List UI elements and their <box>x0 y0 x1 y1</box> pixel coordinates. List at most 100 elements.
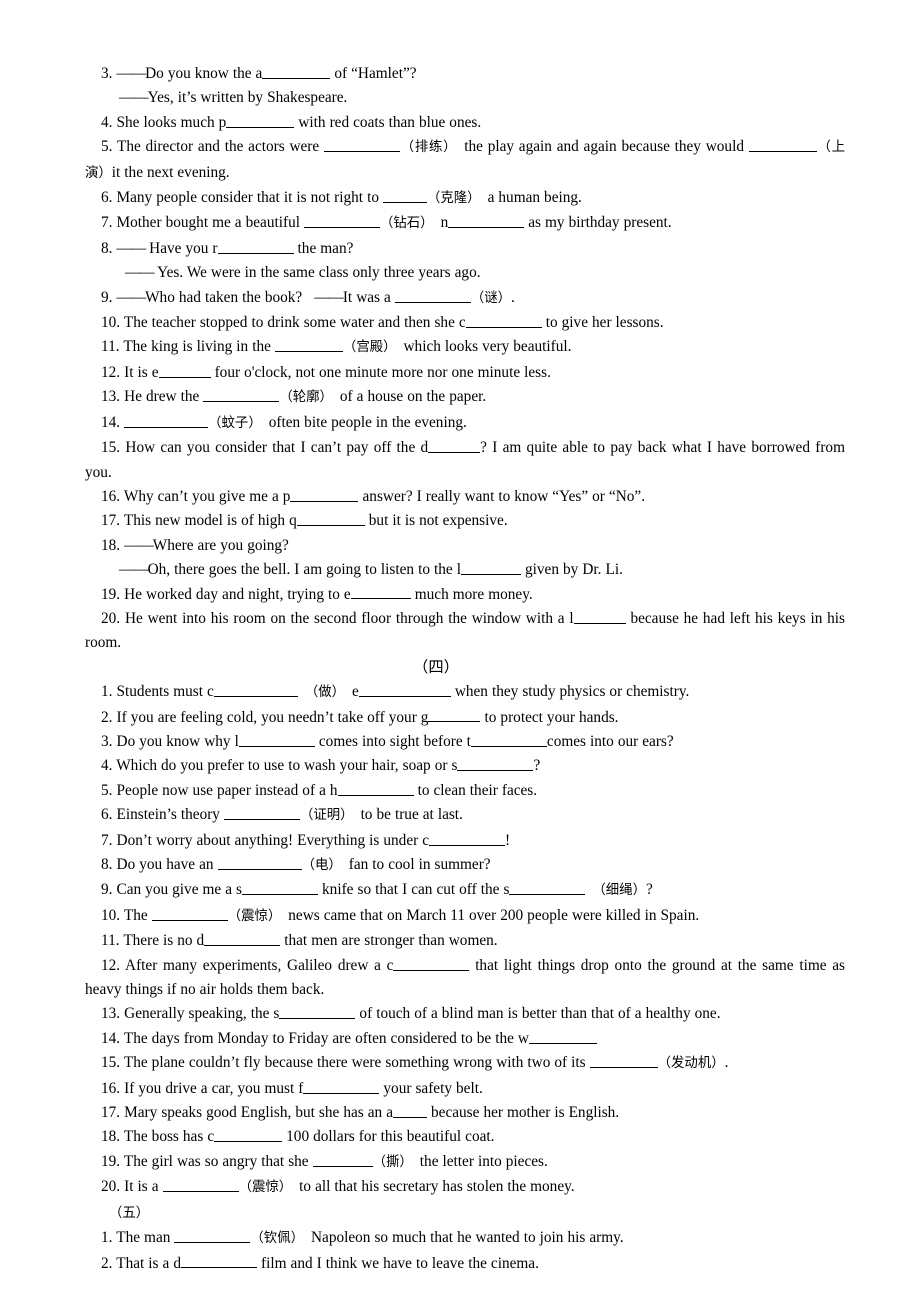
answer-blank[interactable] <box>242 880 318 896</box>
answer-blank[interactable] <box>151 906 228 921</box>
answer-blank[interactable] <box>296 511 365 527</box>
answer-blank[interactable] <box>224 805 300 821</box>
item-number: 10. <box>101 906 121 924</box>
item-number: 2. <box>101 1254 113 1272</box>
answer-blank[interactable] <box>203 387 280 403</box>
answer-blank[interactable] <box>238 732 315 747</box>
answer-blank[interactable] <box>394 288 471 303</box>
answer-blank[interactable] <box>204 931 281 947</box>
item-text: news came that on March 11 over 200 peop… <box>288 906 700 924</box>
item-text: Generally speaking, the s <box>124 1005 280 1023</box>
item-text: often bite people in the evening. <box>268 413 467 431</box>
answer-blank[interactable] <box>158 363 211 378</box>
answer-blank[interactable] <box>303 1079 380 1094</box>
answer-blank[interactable] <box>174 1228 251 1243</box>
answer-blank[interactable] <box>217 855 302 870</box>
answer-blank[interactable] <box>470 732 547 747</box>
item-text: That is a d <box>116 1254 181 1272</box>
item-number: 9. <box>101 288 113 306</box>
item-number: 20. <box>101 1178 121 1196</box>
item-number: 20. <box>101 609 121 627</box>
item-text: when they study physics or chemistry. <box>454 683 690 701</box>
item-text: . <box>511 288 515 306</box>
question-item-4-4: 4. Which do you prefer to use to wash yo… <box>85 754 845 778</box>
answer-blank[interactable] <box>589 1053 658 1069</box>
question-item-4-20: 20. It is a （震惊） to all that his secretar… <box>85 1175 845 1200</box>
item-number: 7. <box>101 831 113 849</box>
chinese-hint: （谜） <box>470 290 512 306</box>
section-header-four: （四） <box>413 658 459 676</box>
answer-blank[interactable] <box>573 609 626 624</box>
question-item-4-14: 14. The days from Monday to Friday are o… <box>85 1027 845 1051</box>
answer-blank[interactable] <box>312 1152 373 1167</box>
item-text: He drew the <box>124 388 200 406</box>
answer-blank[interactable] <box>290 487 359 502</box>
answer-blank[interactable] <box>337 781 414 796</box>
answer-blank[interactable] <box>214 1127 283 1143</box>
answer-blank[interactable] <box>323 137 400 153</box>
chinese-hint: （做） <box>304 685 345 701</box>
item-text: comes into our ears? <box>546 732 674 750</box>
question-item-4-11: 11. There is no d that men are stronger … <box>85 929 845 953</box>
question-item-4-8: 8. Do you have an （电） fan to cool in summ… <box>85 853 845 878</box>
chinese-hint: （轮廓） <box>279 390 333 406</box>
answer-blank[interactable] <box>428 707 481 723</box>
item-text: fan to cool in summer? <box>348 856 491 873</box>
section-header-five: （五） <box>85 1201 845 1226</box>
question-item-13: 13. He drew the （轮廓） of a house on the pa… <box>85 385 845 410</box>
answer-blank[interactable] <box>358 682 451 698</box>
item-number: 16. <box>101 1079 121 1097</box>
answer-blank[interactable] <box>274 337 343 353</box>
answer-blank[interactable] <box>748 137 817 153</box>
question-item-8-reply: —— Yes. We were in the same class only t… <box>85 261 845 285</box>
answer-blank[interactable] <box>217 239 294 254</box>
answer-blank[interactable] <box>448 213 525 229</box>
answer-blank[interactable] <box>509 880 586 896</box>
answer-blank[interactable] <box>213 682 298 698</box>
item-number: 8. <box>101 239 113 257</box>
answer-blank[interactable] <box>304 213 381 229</box>
answer-blank[interactable] <box>180 1253 257 1269</box>
dialogue-dash: —— <box>314 288 344 306</box>
item-number: 15. <box>101 439 121 457</box>
item-text: . <box>724 1054 729 1072</box>
answer-blank[interactable] <box>457 756 534 772</box>
answer-blank[interactable] <box>262 64 331 79</box>
item-number: 12. <box>101 956 121 974</box>
question-item-4-13: 13. Generally speaking, the s of touch o… <box>85 1002 845 1026</box>
answer-blank[interactable] <box>124 413 209 428</box>
item-number: 12. <box>101 363 121 381</box>
item-text: Do you know why l <box>116 732 239 750</box>
item-text: Einstein’s theory <box>116 806 220 824</box>
item-text: but it is not expensive. <box>368 512 508 530</box>
item-number: 19. <box>101 585 121 603</box>
item-text: to give her lessons. <box>545 314 664 332</box>
item-text: The director and the actors were <box>116 138 320 156</box>
answer-blank[interactable] <box>393 955 470 971</box>
answer-blank[interactable] <box>429 830 506 846</box>
item-text: ! <box>505 831 511 849</box>
item-number: 6. <box>101 806 113 824</box>
question-item-5-2: 2. That is a d film and I think we have … <box>85 1252 845 1276</box>
answer-blank[interactable] <box>350 584 411 600</box>
answer-blank[interactable] <box>465 313 542 328</box>
item-text: Students must c <box>116 683 214 701</box>
item-text: of “Hamlet”? <box>334 65 417 82</box>
answer-blank[interactable] <box>279 1004 356 1020</box>
item-number: 9. <box>101 881 113 899</box>
answer-blank[interactable] <box>460 560 521 576</box>
chinese-hint: （震惊） <box>238 1180 293 1196</box>
item-text: the man? <box>297 239 354 257</box>
item-text: The boss has c <box>123 1128 215 1146</box>
answer-blank[interactable] <box>226 113 295 128</box>
answer-blank[interactable] <box>162 1177 239 1193</box>
item-text: it the next evening. <box>111 163 230 181</box>
answer-blank[interactable] <box>383 188 428 203</box>
question-item-12: 12. It is e four o'clock, not one minute… <box>85 361 845 385</box>
item-text: Have you r <box>149 239 218 257</box>
answer-blank[interactable] <box>392 1103 427 1118</box>
item-number: 1. <box>101 683 113 701</box>
answer-blank[interactable] <box>428 438 481 453</box>
item-text: given by Dr. Li. <box>525 561 623 579</box>
answer-blank[interactable] <box>528 1029 597 1044</box>
